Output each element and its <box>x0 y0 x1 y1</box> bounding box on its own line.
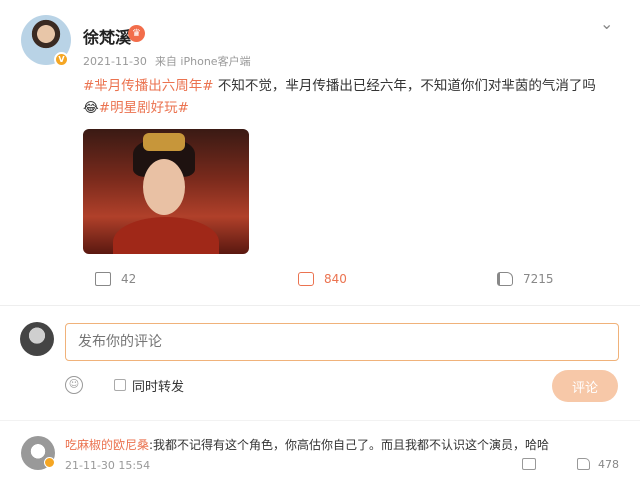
share-count: 42 <box>121 272 137 286</box>
comment-time: 21-11-30 15:54 <box>65 459 151 472</box>
repost-label: 同时转发 <box>132 380 185 395</box>
commenter-name[interactable]: 吃麻椒的欧尼桑 <box>65 438 149 452</box>
author-name[interactable]: 徐梵溪 <box>83 24 131 48</box>
divider <box>0 420 640 421</box>
more-chevron-icon[interactable]: ⌄ <box>600 14 613 33</box>
like-button[interactable]: 7215 <box>497 272 554 286</box>
share-icon <box>95 272 111 286</box>
like-count: 7215 <box>523 272 554 286</box>
hashtag-link-2[interactable]: #明星剧好玩# <box>99 100 189 116</box>
comment-text: 吃麻椒的欧尼桑:我都不记得有这个角色，你高估你自己了。而且我都不认识这个演员，哈… <box>65 436 549 453</box>
comment-input[interactable] <box>65 323 619 361</box>
comment-button[interactable]: 840 <box>298 272 347 286</box>
comment-like-icon[interactable] <box>577 458 590 470</box>
post-source: 来自 iPhone客户端 <box>154 55 251 68</box>
like-icon <box>497 272 513 286</box>
commenter-badge-icon <box>44 457 55 468</box>
comment-like-count: 478 <box>598 458 619 471</box>
emoji-picker-icon[interactable]: ☺ <box>65 376 83 394</box>
member-crown-icon: ♛ <box>128 25 145 42</box>
my-avatar[interactable] <box>20 322 54 356</box>
post-image[interactable] <box>83 129 249 254</box>
post-meta: 2021-11-30 来自 iPhone客户端 <box>83 53 251 69</box>
post-body: 不知不觉，芈月传播出已经六年，不知道你们对芈茵的气消了吗 <box>213 78 596 94</box>
submit-comment-button[interactable]: 评论 <box>552 370 618 402</box>
post-date: 2021-11-30 <box>83 55 147 68</box>
comment-icon <box>298 272 314 286</box>
repost-checkbox[interactable] <box>114 379 126 391</box>
hashtag-link[interactable]: #芈月传播出六周年# <box>83 78 214 94</box>
verified-badge-icon: V <box>54 52 69 67</box>
comment-count: 840 <box>324 272 347 286</box>
reply-icon[interactable] <box>522 458 536 470</box>
share-button[interactable]: 42 <box>95 272 136 286</box>
laugh-emoji-icon: 😂 <box>83 100 99 116</box>
post-text: #芈月传播出六周年# 不知不觉，芈月传播出已经六年，不知道你们对芈茵的气消了吗 … <box>83 75 623 119</box>
comment-body: :我都不记得有这个角色，你高估你自己了。而且我都不认识这个演员，哈哈 <box>149 438 550 452</box>
divider <box>0 305 640 306</box>
